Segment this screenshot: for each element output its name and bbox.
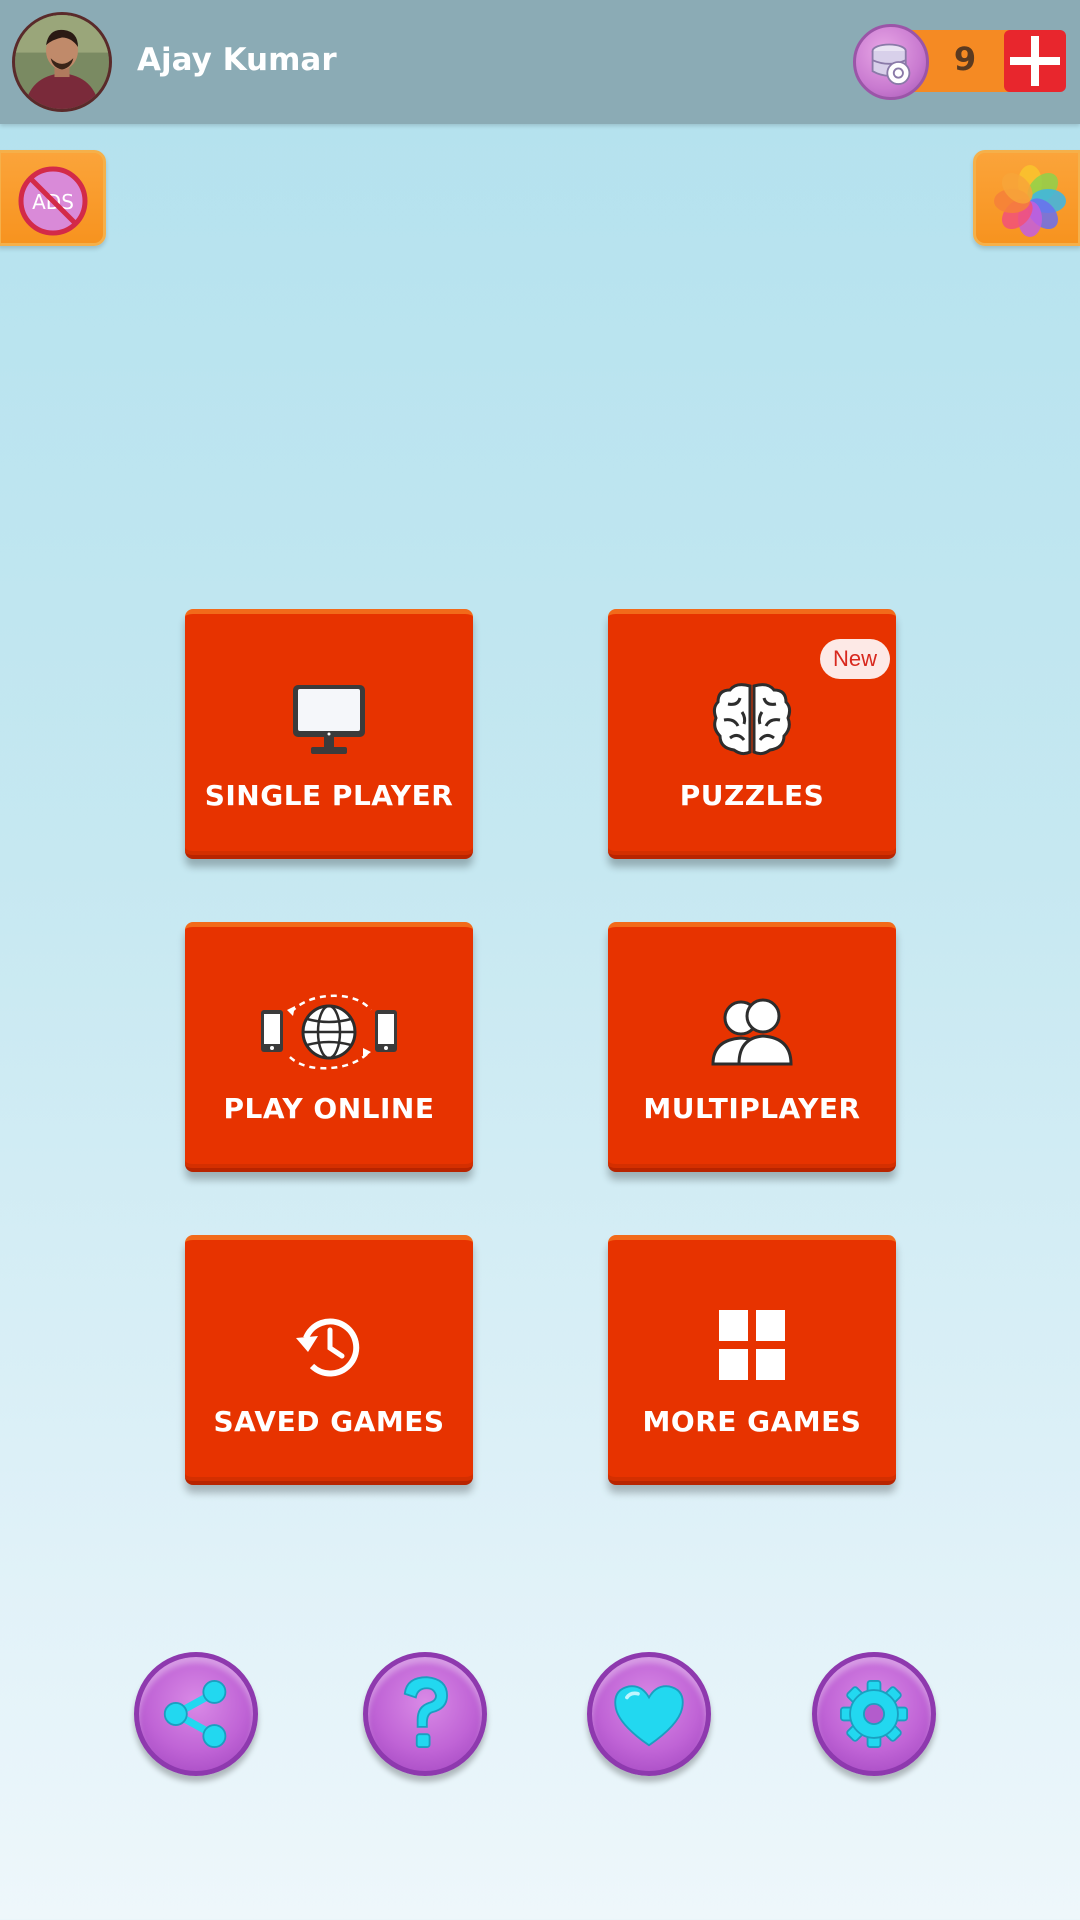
- globe-devices-icon: [261, 994, 397, 1070]
- remove-ads-button[interactable]: ADS: [0, 150, 106, 246]
- brain-icon: [712, 683, 792, 756]
- heart-icon: [614, 1685, 684, 1747]
- users-icon: [711, 998, 793, 1066]
- share-icon: [163, 1679, 227, 1749]
- share-button[interactable]: [134, 1652, 258, 1776]
- tile-label: PUZZLES: [679, 779, 825, 812]
- monitor-icon: [293, 685, 365, 754]
- help-button[interactable]: [363, 1652, 487, 1776]
- settings-icon: [839, 1679, 909, 1749]
- tile-label: MORE GAMES: [642, 1405, 862, 1438]
- username: Ajay Kumar: [137, 42, 337, 78]
- history-icon: [296, 1318, 360, 1377]
- user-avatar[interactable]: [12, 12, 112, 112]
- settings-button[interactable]: [812, 1652, 936, 1776]
- coin-count: 9: [953, 40, 977, 78]
- top-header: Ajay Kumar 9: [0, 0, 1080, 124]
- grid-icon: [719, 1310, 785, 1380]
- help-icon: [403, 1676, 448, 1749]
- multiplayer-tile[interactable]: MULTIPLAYER: [608, 922, 896, 1172]
- play-online-tile[interactable]: PLAY ONLINE: [185, 922, 473, 1172]
- puzzles-tile[interactable]: New PUZZLES: [608, 609, 896, 859]
- gallery-button[interactable]: [973, 150, 1080, 246]
- more-games-tile[interactable]: MORE GAMES: [608, 1235, 896, 1485]
- coins-stack-icon: [853, 24, 929, 100]
- single-player-tile[interactable]: SINGLE PLAYER: [185, 609, 473, 859]
- saved-games-tile[interactable]: SAVED GAMES: [185, 1235, 473, 1485]
- favorite-button[interactable]: [587, 1652, 711, 1776]
- no-ads-icon: ADS: [18, 166, 88, 236]
- tile-label: SINGLE PLAYER: [204, 779, 454, 812]
- new-badge: New: [820, 639, 890, 679]
- tile-label: MULTIPLAYER: [643, 1092, 861, 1125]
- plus-icon: [1010, 36, 1060, 86]
- tile-label: SAVED GAMES: [213, 1405, 445, 1438]
- flower-gallery-icon: [994, 165, 1066, 237]
- add-coins-button[interactable]: [1004, 30, 1066, 92]
- tile-label: PLAY ONLINE: [223, 1092, 435, 1125]
